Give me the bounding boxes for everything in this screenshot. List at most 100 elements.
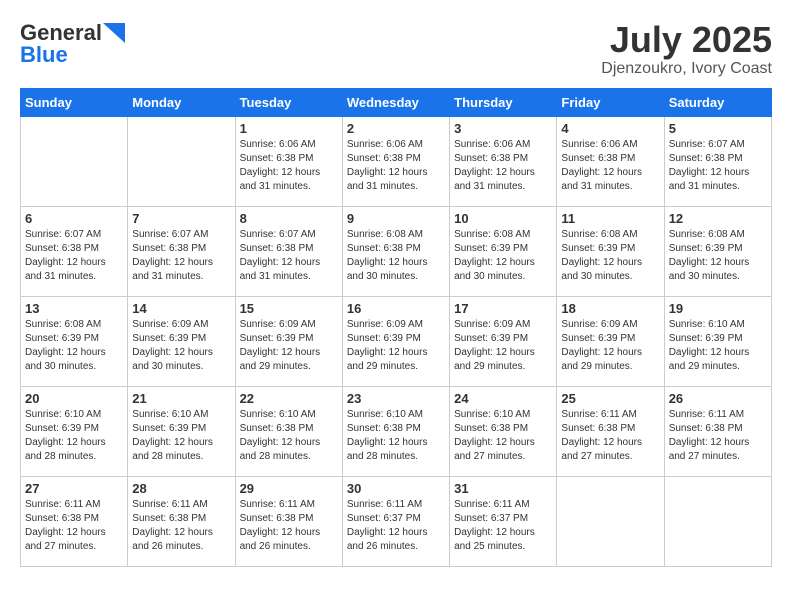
day-info: Sunrise: 6:11 AMSunset: 6:38 PMDaylight:…	[132, 498, 230, 554]
page-subtitle: Djenzoukro, Ivory Coast	[601, 60, 772, 78]
day-number: 10	[454, 211, 552, 226]
calendar-cell: 9Sunrise: 6:08 AMSunset: 6:38 PMDaylight…	[342, 206, 449, 296]
day-info: Sunrise: 6:11 AMSunset: 6:38 PMDaylight:…	[25, 498, 123, 554]
day-info: Sunrise: 6:09 AMSunset: 6:39 PMDaylight:…	[454, 318, 552, 374]
day-number: 18	[561, 301, 659, 316]
logo-icon	[103, 23, 125, 43]
day-info: Sunrise: 6:08 AMSunset: 6:39 PMDaylight:…	[454, 228, 552, 284]
day-number: 30	[347, 481, 445, 496]
day-number: 22	[240, 391, 338, 406]
calendar-week-row: 6 Sunrise: 6:07 AMSunset: 6:38 PMDaylight…	[21, 206, 772, 296]
calendar-cell: 15 Sunrise: 6:09 AMSunset: 6:39 PMDayligh…	[235, 296, 342, 386]
calendar-cell: 5 Sunrise: 6:07 AMSunset: 6:38 PMDaylight…	[664, 116, 771, 206]
calendar-day-header: Wednesday	[342, 88, 449, 116]
day-number: 7	[132, 211, 230, 226]
day-info: Sunrise: 6:07 AMSunset: 6:38 PMDaylight:…	[25, 228, 123, 284]
calendar-cell: 21Sunrise: 6:10 AMSunset: 6:39 PMDayligh…	[128, 386, 235, 476]
day-number: 1	[240, 121, 338, 136]
day-info: Sunrise: 6:11 AMSunset: 6:38 PMDaylight:…	[240, 498, 338, 554]
day-number: 11	[561, 211, 659, 226]
calendar-day-header: Friday	[557, 88, 664, 116]
calendar-week-row: 20Sunrise: 6:10 AMSunset: 6:39 PMDayligh…	[21, 386, 772, 476]
calendar-cell	[21, 116, 128, 206]
calendar-table: SundayMondayTuesdayWednesdayThursdayFrid…	[20, 88, 772, 567]
day-number: 25	[561, 391, 659, 406]
calendar-cell: 25 Sunrise: 6:11 AMSunset: 6:38 PMDayligh…	[557, 386, 664, 476]
day-info: Sunrise: 6:07 AMSunset: 6:38 PMDaylight:…	[132, 228, 230, 284]
calendar-week-row: 27Sunrise: 6:11 AMSunset: 6:38 PMDayligh…	[21, 476, 772, 566]
calendar-cell: 10 Sunrise: 6:08 AMSunset: 6:39 PMDayligh…	[450, 206, 557, 296]
day-number: 23	[347, 391, 445, 406]
day-number: 2	[347, 121, 445, 136]
calendar-cell: 23Sunrise: 6:10 AMSunset: 6:38 PMDayligh…	[342, 386, 449, 476]
day-number: 13	[25, 301, 123, 316]
day-number: 12	[669, 211, 767, 226]
day-number: 9	[347, 211, 445, 226]
calendar-cell: 8 Sunrise: 6:07 AMSunset: 6:38 PMDaylight…	[235, 206, 342, 296]
calendar-cell	[128, 116, 235, 206]
calendar-cell: 24Sunrise: 6:10 AMSunset: 6:38 PMDayligh…	[450, 386, 557, 476]
calendar-cell: 11 Sunrise: 6:08 AMSunset: 6:39 PMDayligh…	[557, 206, 664, 296]
calendar-day-header: Saturday	[664, 88, 771, 116]
title-area: July 2025 Djenzoukro, Ivory Coast	[601, 20, 772, 78]
calendar-cell: 2 Sunrise: 6:06 AMSunset: 6:38 PMDaylight…	[342, 116, 449, 206]
calendar-cell: 18 Sunrise: 6:09 AMSunset: 6:39 PMDayligh…	[557, 296, 664, 386]
calendar-cell: 13 Sunrise: 6:08 AMSunset: 6:39 PMDayligh…	[21, 296, 128, 386]
calendar-day-header: Tuesday	[235, 88, 342, 116]
day-info: Sunrise: 6:11 AMSunset: 6:37 PMDaylight:…	[347, 498, 445, 554]
calendar-cell: 27Sunrise: 6:11 AMSunset: 6:38 PMDayligh…	[21, 476, 128, 566]
day-info: Sunrise: 6:11 AMSunset: 6:38 PMDaylight:…	[561, 408, 659, 464]
day-number: 15	[240, 301, 338, 316]
calendar-day-header: Sunday	[21, 88, 128, 116]
day-info: Sunrise: 6:06 AMSunset: 6:38 PMDaylight:…	[347, 138, 445, 194]
day-info: Sunrise: 6:06 AMSunset: 6:38 PMDaylight:…	[561, 138, 659, 194]
day-number: 16	[347, 301, 445, 316]
calendar-cell: 19Sunrise: 6:10 AMSunset: 6:39 PMDayligh…	[664, 296, 771, 386]
day-info: Sunrise: 6:09 AMSunset: 6:39 PMDaylight:…	[347, 318, 445, 374]
day-info: Sunrise: 6:09 AMSunset: 6:39 PMDaylight:…	[561, 318, 659, 374]
calendar-cell: 20Sunrise: 6:10 AMSunset: 6:39 PMDayligh…	[21, 386, 128, 476]
day-info: Sunrise: 6:08 AMSunset: 6:39 PMDaylight:…	[561, 228, 659, 284]
day-number: 4	[561, 121, 659, 136]
day-number: 31	[454, 481, 552, 496]
calendar-cell: 14 Sunrise: 6:09 AMSunset: 6:39 PMDayligh…	[128, 296, 235, 386]
calendar-cell: 30 Sunrise: 6:11 AMSunset: 6:37 PMDayligh…	[342, 476, 449, 566]
day-number: 24	[454, 391, 552, 406]
day-info: Sunrise: 6:08 AMSunset: 6:39 PMDaylight:…	[669, 228, 767, 284]
calendar-cell: 1 Sunrise: 6:06 AMSunset: 6:38 PMDaylight…	[235, 116, 342, 206]
day-number: 21	[132, 391, 230, 406]
page-header: General Blue July 2025 Djenzoukro, Ivory…	[20, 20, 772, 78]
day-number: 26	[669, 391, 767, 406]
page-title: July 2025	[601, 20, 772, 60]
calendar-cell: 3Sunrise: 6:06 AMSunset: 6:38 PMDaylight…	[450, 116, 557, 206]
calendar-day-header: Thursday	[450, 88, 557, 116]
calendar-header-row: SundayMondayTuesdayWednesdayThursdayFrid…	[21, 88, 772, 116]
day-number: 14	[132, 301, 230, 316]
day-number: 17	[454, 301, 552, 316]
calendar-cell: 31 Sunrise: 6:11 AMSunset: 6:37 PMDayligh…	[450, 476, 557, 566]
day-number: 5	[669, 121, 767, 136]
day-info: Sunrise: 6:11 AMSunset: 6:37 PMDaylight:…	[454, 498, 552, 554]
day-number: 8	[240, 211, 338, 226]
day-info: Sunrise: 6:09 AMSunset: 6:39 PMDaylight:…	[240, 318, 338, 374]
calendar-cell	[664, 476, 771, 566]
calendar-cell: 26 Sunrise: 6:11 AMSunset: 6:38 PMDayligh…	[664, 386, 771, 476]
day-number: 6	[25, 211, 123, 226]
day-info: Sunrise: 6:08 AMSunset: 6:39 PMDaylight:…	[25, 318, 123, 374]
calendar-cell: 7 Sunrise: 6:07 AMSunset: 6:38 PMDaylight…	[128, 206, 235, 296]
calendar-cell: 17 Sunrise: 6:09 AMSunset: 6:39 PMDayligh…	[450, 296, 557, 386]
calendar-cell: 4 Sunrise: 6:06 AMSunset: 6:38 PMDaylight…	[557, 116, 664, 206]
day-info: Sunrise: 6:09 AMSunset: 6:39 PMDaylight:…	[132, 318, 230, 374]
calendar-cell: 29Sunrise: 6:11 AMSunset: 6:38 PMDayligh…	[235, 476, 342, 566]
calendar-cell: 28Sunrise: 6:11 AMSunset: 6:38 PMDayligh…	[128, 476, 235, 566]
logo-blue-text: Blue	[20, 42, 68, 68]
calendar-cell: 16 Sunrise: 6:09 AMSunset: 6:39 PMDayligh…	[342, 296, 449, 386]
calendar-cell: 12 Sunrise: 6:08 AMSunset: 6:39 PMDayligh…	[664, 206, 771, 296]
day-info: Sunrise: 6:07 AMSunset: 6:38 PMDaylight:…	[669, 138, 767, 194]
calendar-day-header: Monday	[128, 88, 235, 116]
day-number: 19	[669, 301, 767, 316]
day-info: Sunrise: 6:06 AMSunset: 6:38 PMDaylight:…	[240, 138, 338, 194]
day-info: Sunrise: 6:11 AMSunset: 6:38 PMDaylight:…	[669, 408, 767, 464]
calendar-cell: 6 Sunrise: 6:07 AMSunset: 6:38 PMDaylight…	[21, 206, 128, 296]
day-info: Sunrise: 6:07 AMSunset: 6:38 PMDaylight:…	[240, 228, 338, 284]
